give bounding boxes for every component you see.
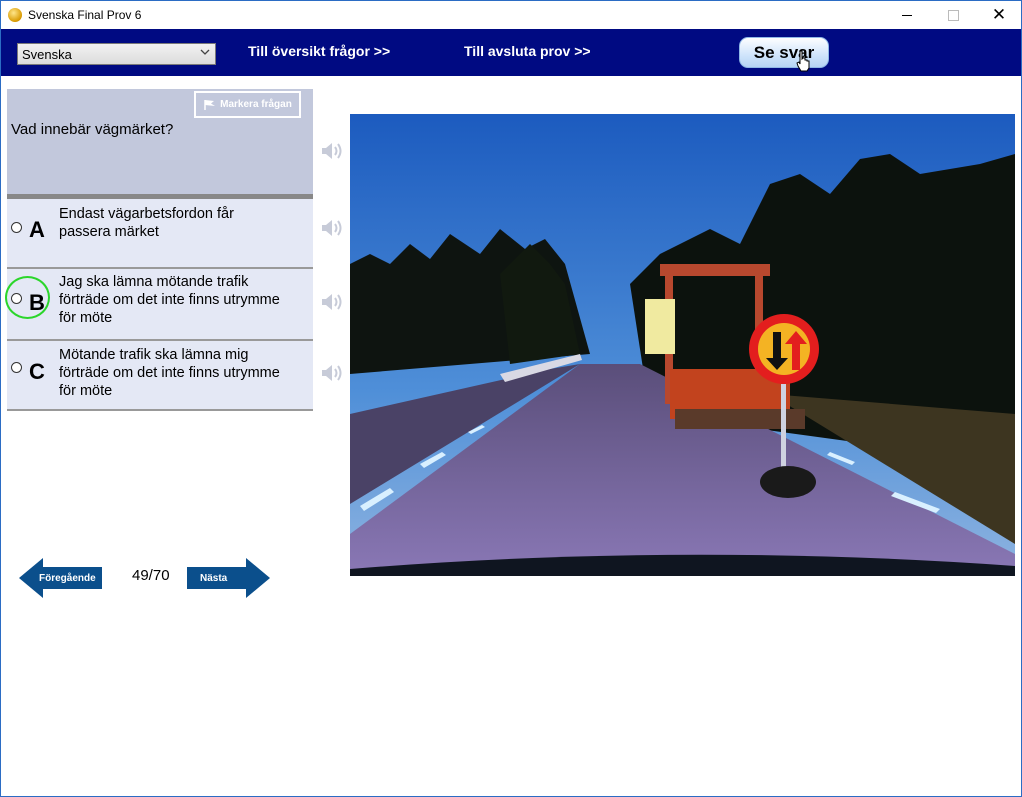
answer-a-letter: A [29, 217, 45, 242]
answer-a-radio[interactable] [11, 222, 22, 233]
finish-test-link[interactable]: Till avsluta prov >> [464, 43, 591, 59]
speaker-answer-b-icon[interactable] [320, 291, 344, 313]
previous-label: Föregående [39, 573, 96, 584]
answer-a-text: Endast vägarbetsfordon får passera märke… [59, 206, 234, 240]
language-select-value: Svenska [22, 47, 72, 62]
app-logo-icon [8, 8, 22, 22]
mark-question-button[interactable]: Markera frågan [194, 91, 301, 118]
previous-button[interactable]: Föregående [19, 558, 102, 598]
close-button[interactable]: ✕ [976, 1, 1021, 29]
minimize-icon [902, 14, 912, 16]
app-window: Svenska Final Prov 6 ✕ Svenska Till över… [0, 0, 1022, 797]
answer-b-letter: B [29, 290, 45, 315]
hand-cursor-icon [796, 50, 810, 72]
answer-c-radio[interactable] [11, 362, 22, 373]
close-icon: ✕ [991, 5, 1007, 24]
window-title: Svenska Final Prov 6 [28, 8, 142, 22]
maximize-icon [947, 9, 959, 21]
show-answer-button[interactable]: Se svar [739, 37, 829, 68]
answer-option-c[interactable]: C Mötande trafik ska lämna mig förträde … [7, 341, 313, 410]
speaker-answer-c-icon[interactable] [320, 362, 344, 384]
answer-c-letter: C [29, 359, 45, 384]
chevron-down-icon [200, 45, 210, 62]
question-panel: Markera frågan Vad innebär vägmärket? [7, 89, 313, 194]
top-toolbar: Svenska Till översikt frågor >> Till avs… [1, 29, 1021, 76]
answer-option-b[interactable]: B Jag ska lämna mötande trafik förträde … [5, 269, 313, 339]
answer-b-radio[interactable] [11, 293, 22, 304]
language-select[interactable]: Svenska [17, 43, 216, 65]
flag-icon [204, 99, 216, 110]
speaker-answer-a-icon[interactable] [320, 217, 344, 239]
answer-b-text: Jag ska lämna mötande trafik förträde om… [59, 274, 280, 326]
question-text: Vad innebär vägmärket? [11, 121, 174, 138]
mark-question-label: Markera frågan [220, 99, 292, 110]
minimize-button[interactable] [884, 1, 930, 29]
answer-divider [7, 409, 313, 411]
overview-questions-link[interactable]: Till översikt frågor >> [248, 43, 390, 59]
maximize-button[interactable] [930, 1, 976, 29]
answer-c-text: Mötande trafik ska lämna mig förträde om… [59, 347, 280, 399]
next-label: Nästa [200, 573, 228, 584]
next-button[interactable]: Nästa [187, 558, 270, 598]
speaker-question-icon[interactable] [320, 140, 344, 162]
road-sign-photo [350, 114, 1015, 576]
question-counter: 49/70 [132, 567, 170, 584]
answer-option-a[interactable]: A Endast vägarbetsfordon får passera mär… [7, 199, 313, 267]
title-bar: Svenska Final Prov 6 ✕ [1, 1, 1021, 29]
